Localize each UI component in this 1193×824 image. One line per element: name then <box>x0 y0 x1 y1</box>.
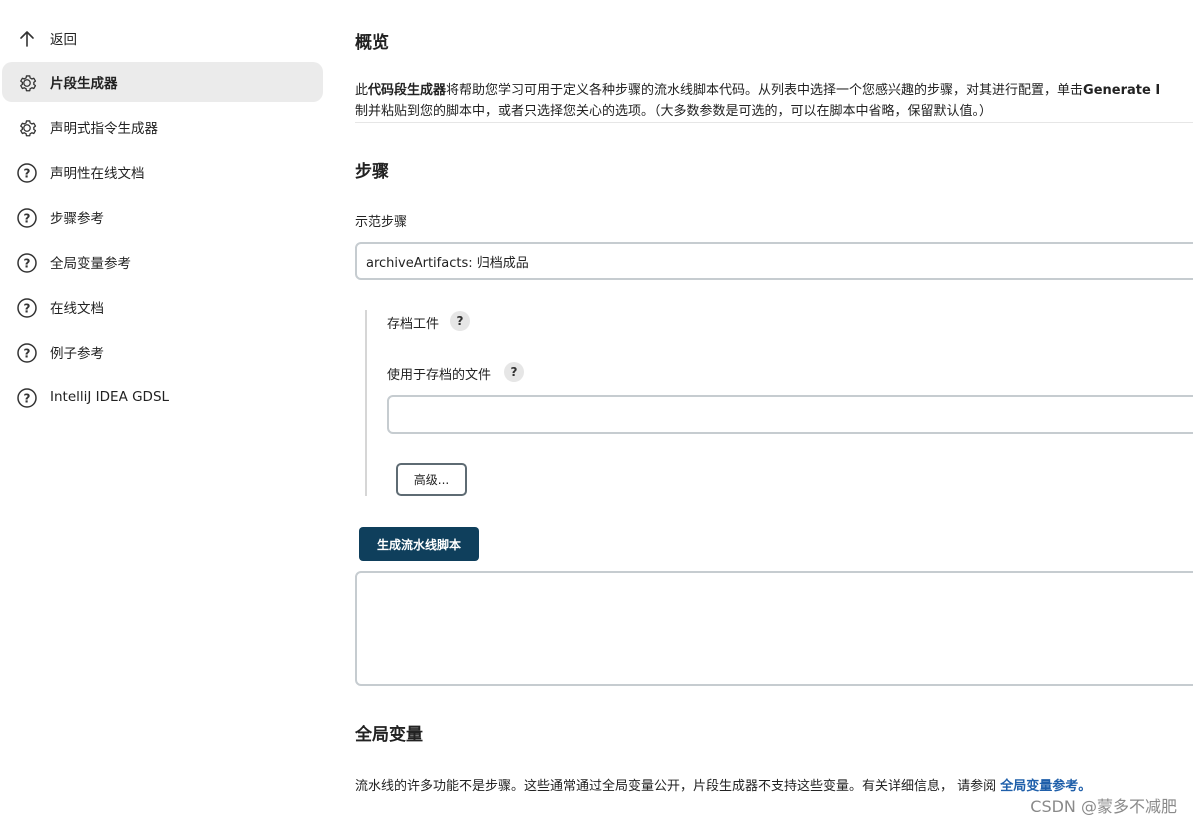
desc-text: 将帮助您学习可用于定义各种步骤的流水线脚本代码。从列表中选择一个您感兴趣的步骤，… <box>446 83 1084 98</box>
overview-title: 概览 <box>355 33 389 53</box>
sidebar-item-declarative-docs[interactable]: ? 声明性在线文档 <box>2 152 323 192</box>
sidebar-item-label: 返回 <box>50 32 77 48</box>
steps-title: 步骤 <box>355 162 389 182</box>
help-button[interactable]: ? <box>504 362 524 382</box>
sidebar-item-label: 全局变量参考 <box>50 256 131 272</box>
advanced-button[interactable]: 高级... <box>396 463 467 496</box>
desc-bold: 代码段生成器 <box>368 83 447 98</box>
arrow-up-icon <box>16 28 38 50</box>
sample-step-label: 示范步骤 <box>355 215 408 230</box>
sidebar-item-label: 例子参考 <box>50 346 104 362</box>
sidebar-item-steps-reference[interactable]: ? 步骤参考 <box>2 197 323 237</box>
files-to-archive-input[interactable] <box>387 395 1193 434</box>
help-circle-icon: ? <box>16 162 38 184</box>
watermark: CSDN @蒙多不减肥 <box>1030 797 1177 816</box>
sidebar-item-examples-reference[interactable]: ? 例子参考 <box>2 332 323 372</box>
desc-text: 制并粘贴到您的脚本中，或者只选择您关心的选项。（大多数参数是可选的，可以在脚本中… <box>355 104 993 119</box>
sidebar-item-snippet-generator[interactable]: 片段生成器 <box>2 62 323 102</box>
sidebar-item-online-docs[interactable]: ? 在线文档 <box>2 287 323 327</box>
svg-text:?: ? <box>24 212 31 226</box>
svg-text:?: ? <box>24 167 31 181</box>
divider <box>355 122 1193 123</box>
svg-text:?: ? <box>24 392 31 406</box>
sidebar-item-intellij-gdsl[interactable]: ? IntelliJ IDEA GDSL <box>2 377 323 417</box>
desc-text: 此 <box>355 83 369 98</box>
sidebar-item-label: 声明性在线文档 <box>50 166 145 182</box>
sidebar-item-label: IntelliJ IDEA GDSL <box>50 389 170 405</box>
generate-pipeline-script-button[interactable]: 生成流水线脚本 <box>359 527 479 561</box>
help-circle-icon: ? <box>16 252 38 274</box>
select-value: archiveArtifacts: 归档成品 <box>366 255 529 271</box>
archive-artifacts-label: 存档工件 <box>387 317 440 332</box>
files-to-archive-label: 使用于存档的文件 <box>387 368 492 383</box>
sidebar-item-label: 步骤参考 <box>50 211 104 227</box>
svg-text:?: ? <box>24 302 31 316</box>
gear-icon <box>16 72 38 94</box>
svg-text:?: ? <box>24 347 31 361</box>
desc-bold: Generate I <box>1083 83 1161 98</box>
help-circle-icon: ? <box>16 297 38 319</box>
help-circle-icon: ? <box>16 387 38 409</box>
sidebar-item-label: 片段生成器 <box>50 76 118 92</box>
gear-icon <box>16 117 38 139</box>
overview-description: 此代码段生成器将帮助您学习可用于定义各种步骤的流水线脚本代码。从列表中选择一个您… <box>355 80 1193 122</box>
global-variables-title: 全局变量 <box>355 725 423 745</box>
sidebar-item-label: 在线文档 <box>50 301 104 317</box>
sidebar-item-label: 声明式指令生成器 <box>50 121 158 137</box>
sidebar: 返回 片段生成器 声明式指令生成器 ? 声明性在线文档 ? 步骤参考 ? 全局变… <box>0 0 330 824</box>
sample-step-select[interactable]: archiveArtifacts: 归档成品 <box>355 242 1193 280</box>
global-variables-text: 流水线的许多功能不是步骤。这些通常通过全局变量公开，片段生成器不支持这些变量。有… <box>355 775 1091 794</box>
main-content: 概览 此代码段生成器将帮助您学习可用于定义各种步骤的流水线脚本代码。从列表中选择… <box>355 0 1193 824</box>
sidebar-item-global-variables-reference[interactable]: ? 全局变量参考 <box>2 242 323 282</box>
svg-text:?: ? <box>24 257 31 271</box>
help-button[interactable]: ? <box>450 311 470 331</box>
help-circle-icon: ? <box>16 207 38 229</box>
sidebar-item-declarative-generator[interactable]: 声明式指令生成器 <box>2 107 323 147</box>
sidebar-item-back[interactable]: 返回 <box>2 18 323 58</box>
help-circle-icon: ? <box>16 342 38 364</box>
nested-section-bar <box>365 310 367 496</box>
generated-script-textarea[interactable] <box>355 571 1193 686</box>
globals-text: 流水线的许多功能不是步骤。这些通常通过全局变量公开，片段生成器不支持这些变量。有… <box>355 779 1001 794</box>
global-variables-reference-link[interactable]: 全局变量参考。 <box>1000 779 1091 794</box>
